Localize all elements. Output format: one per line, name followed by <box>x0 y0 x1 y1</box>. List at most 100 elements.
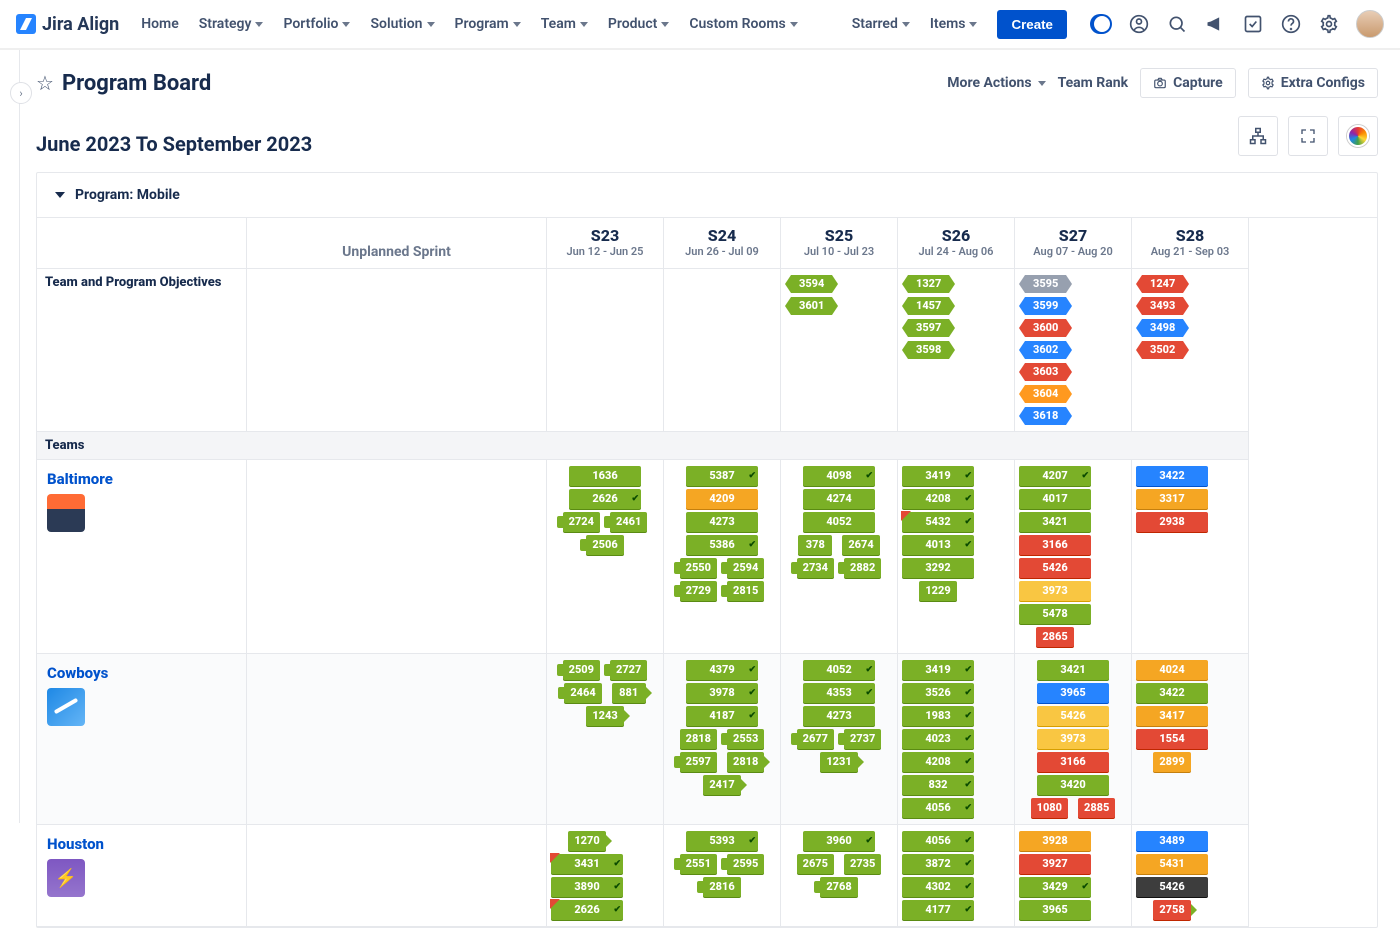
objective-3597[interactable]: 3597 <box>908 319 949 337</box>
cell-baltimore-s26[interactable]: 3419✔4208✔5432✔4013✔32921229 <box>898 460 1015 654</box>
star-icon[interactable]: ☆ <box>36 71 54 95</box>
cell-baltimore-s28[interactable]: 342233172938 <box>1132 460 1249 654</box>
work-item-5426[interactable]: 5426 <box>1136 877 1208 897</box>
objective-3599[interactable]: 3599 <box>1025 297 1066 315</box>
cell-houston-s28[interactable]: 3489543154262758 <box>1132 825 1249 927</box>
objective-1327[interactable]: 1327 <box>908 275 949 293</box>
work-item-1243[interactable]: 1243 <box>586 706 623 726</box>
work-item-1080[interactable]: 1080 <box>1031 798 1068 818</box>
nav-item-home[interactable]: Home <box>131 10 189 38</box>
work-item-2594[interactable]: 2594 <box>727 558 764 578</box>
cell-baltimore-s25[interactable]: 4098✔42744052378267427342882 <box>781 460 898 654</box>
work-item-4017[interactable]: 4017 <box>1019 489 1091 509</box>
work-item-2818[interactable]: 2818 <box>680 729 717 749</box>
work-item-2551[interactable]: 2551 <box>680 854 717 874</box>
program-header[interactable]: Program: Mobile <box>37 173 1377 218</box>
work-item-2675[interactable]: 2675 <box>797 854 834 874</box>
capture-button[interactable]: Capture <box>1140 68 1236 98</box>
objective-3604[interactable]: 3604 <box>1025 385 1066 403</box>
checkbox-icon[interactable] <box>1242 13 1264 35</box>
user-avatar[interactable] <box>1356 10 1384 38</box>
objective-1457[interactable]: 1457 <box>908 297 949 315</box>
work-item-3489[interactable]: 3489 <box>1136 831 1208 851</box>
cell-cowboys-s24[interactable]: 4379✔3978✔4187✔28182553259728182417 <box>664 654 781 825</box>
sprint-column-s27[interactable]: S27Aug 07 - Aug 20 <box>1015 218 1132 269</box>
team-link-cowboys[interactable]: Cowboys <box>47 664 236 682</box>
work-item-5426[interactable]: 5426 <box>1019 558 1091 578</box>
work-item-1270[interactable]: 1270 <box>568 831 605 851</box>
work-item-4208[interactable]: 4208✔ <box>902 752 974 772</box>
sprint-column-s28[interactable]: S28Aug 21 - Sep 03 <box>1132 218 1249 269</box>
work-item-4207[interactable]: 4207✔ <box>1019 466 1091 486</box>
work-item-1636[interactable]: 1636 <box>569 466 641 486</box>
work-item-3419[interactable]: 3419✔ <box>902 660 974 680</box>
fullscreen-button[interactable] <box>1288 116 1328 156</box>
team-link-baltimore[interactable]: Baltimore <box>47 470 236 488</box>
cell-baltimore-s24[interactable]: 5387✔420942735386✔2550259427292815 <box>664 460 781 654</box>
cell-houston-s25[interactable]: 3960✔267527352768 <box>781 825 898 927</box>
work-item-3166[interactable]: 3166 <box>1037 752 1109 772</box>
work-item-4353[interactable]: 4353✔ <box>803 683 875 703</box>
objective-1247[interactable]: 1247 <box>1142 275 1183 293</box>
objective-3601[interactable]: 3601 <box>791 297 832 315</box>
work-item-3292[interactable]: 3292 <box>902 558 974 578</box>
work-item-2882[interactable]: 2882 <box>844 558 881 578</box>
work-item-2724[interactable]: 2724 <box>563 512 600 532</box>
nav-item-product[interactable]: Product <box>598 10 679 38</box>
create-button[interactable]: Create <box>997 10 1067 39</box>
work-item-3317[interactable]: 3317 <box>1136 489 1208 509</box>
work-item-3421[interactable]: 3421 <box>1037 660 1109 680</box>
team-link-houston[interactable]: Houston <box>47 835 236 853</box>
color-settings-button[interactable] <box>1338 116 1378 156</box>
work-item-3166[interactable]: 3166 <box>1019 535 1091 555</box>
extra-configs-button[interactable]: Extra Configs <box>1248 68 1378 98</box>
nav-item-team[interactable]: Team <box>531 10 598 38</box>
objective-3602[interactable]: 3602 <box>1025 341 1066 359</box>
work-item-2816[interactable]: 2816 <box>703 877 740 897</box>
work-item-5387[interactable]: 5387✔ <box>686 466 758 486</box>
cell-cowboys-s28[interactable]: 40243422341715542899 <box>1132 654 1249 825</box>
toggle-switch[interactable] <box>1090 13 1112 35</box>
work-item-3965[interactable]: 3965 <box>1019 900 1091 920</box>
team-rank-link[interactable]: Team Rank <box>1058 75 1129 91</box>
work-item-5478[interactable]: 5478 <box>1019 604 1091 624</box>
bullhorn-icon[interactable] <box>1204 13 1226 35</box>
work-item-2550[interactable]: 2550 <box>680 558 717 578</box>
work-item-3965[interactable]: 3965 <box>1037 683 1109 703</box>
help-icon[interactable] <box>1280 13 1302 35</box>
work-item-3421[interactable]: 3421 <box>1019 512 1091 532</box>
work-item-2461[interactable]: 2461 <box>610 512 647 532</box>
work-item-2818[interactable]: 2818 <box>727 752 764 772</box>
work-item-2735[interactable]: 2735 <box>844 854 881 874</box>
work-item-2758[interactable]: 2758 <box>1153 900 1190 920</box>
search-icon[interactable] <box>1166 13 1188 35</box>
nav-item-items[interactable]: Items <box>920 10 988 38</box>
work-item-3526[interactable]: 3526✔ <box>902 683 974 703</box>
work-item-2737[interactable]: 2737 <box>844 729 881 749</box>
work-item-5386[interactable]: 5386✔ <box>686 535 758 555</box>
more-actions-menu[interactable]: More Actions <box>947 75 1045 91</box>
work-item-4052[interactable]: 4052 <box>803 512 875 532</box>
cell-houston-s24[interactable]: 5393✔255125952816 <box>664 825 781 927</box>
work-item-1554[interactable]: 1554 <box>1136 729 1208 749</box>
nav-item-program[interactable]: Program <box>445 10 531 38</box>
work-item-2597[interactable]: 2597 <box>680 752 717 772</box>
account-icon[interactable] <box>1128 13 1150 35</box>
cell-houston-s27[interactable]: 392839273429✔3965 <box>1015 825 1132 927</box>
work-item-3978[interactable]: 3978✔ <box>686 683 758 703</box>
work-item-3422[interactable]: 3422 <box>1136 683 1208 703</box>
objective-3498[interactable]: 3498 <box>1142 319 1183 337</box>
work-item-5432[interactable]: 5432✔ <box>902 512 974 532</box>
work-item-2553[interactable]: 2553 <box>727 729 764 749</box>
work-item-4209[interactable]: 4209 <box>686 489 758 509</box>
work-item-4302[interactable]: 4302✔ <box>902 877 974 897</box>
objective-3595[interactable]: 3595 <box>1025 275 1066 293</box>
objective-3502[interactable]: 3502 <box>1142 341 1183 359</box>
objective-3618[interactable]: 3618 <box>1025 407 1066 425</box>
work-item-3429[interactable]: 3429✔ <box>1019 877 1091 897</box>
work-item-4023[interactable]: 4023✔ <box>902 729 974 749</box>
objective-3603[interactable]: 3603 <box>1025 363 1066 381</box>
work-item-3927[interactable]: 3927 <box>1019 854 1091 874</box>
objective-3493[interactable]: 3493 <box>1142 297 1183 315</box>
work-item-832[interactable]: 832✔ <box>902 775 974 795</box>
